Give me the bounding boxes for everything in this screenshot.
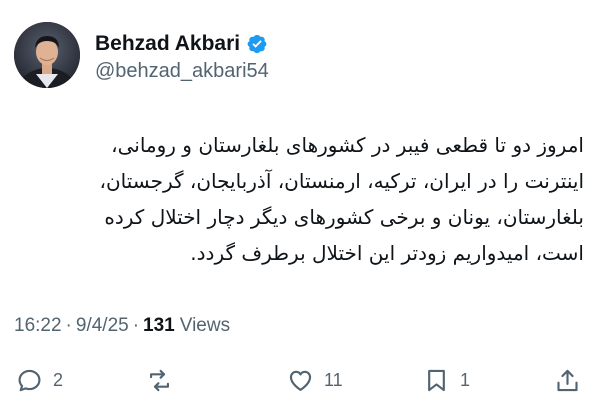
reply-icon (16, 367, 43, 394)
bookmark-button[interactable]: 1 (423, 362, 470, 398)
bookmark-icon (423, 367, 450, 394)
reply-button[interactable]: 2 (16, 362, 63, 398)
like-count: 11 (324, 369, 343, 390)
like-button[interactable]: 11 (287, 362, 343, 398)
verified-badge-icon[interactable] (246, 33, 268, 55)
reply-count: 2 (53, 369, 64, 390)
author-handle[interactable]: @behzad_akbari54 (95, 60, 269, 83)
bookmark-count: 1 (460, 369, 471, 390)
tweet-text-line: بلغارستان، یونان و برخی کشورهای دیگر دچا… (104, 205, 584, 229)
tweet-text-line: است، امیدواریم زودتر این اختلال برطرف گر… (190, 241, 584, 265)
author-name-row: Behzad Akbari (95, 30, 268, 58)
share-button[interactable] (554, 362, 581, 398)
tweet: Behzad Akbari @behzad_akbari54 امروز دو … (0, 0, 600, 417)
author-display-name[interactable]: Behzad Akbari (95, 32, 240, 56)
tweet-text-line: امروز دو تا قطعی فیبر در کشورهای بلغارست… (111, 133, 584, 157)
tweet-time[interactable]: 16:22 (14, 315, 62, 337)
tweet-meta: 16:22 · 9/4/25 · 131 Views (14, 314, 230, 338)
avatar[interactable] (14, 22, 80, 88)
tweet-actions: 2 11 1 (0, 362, 600, 398)
share-icon (554, 367, 581, 394)
views-label[interactable]: Views (180, 315, 230, 337)
retweet-icon (146, 367, 173, 394)
retweet-button[interactable] (146, 362, 183, 398)
tweet-text-line: اینترنت را در ایران، ترکیه، ارمنستان، آذ… (99, 169, 584, 193)
heart-icon (287, 367, 314, 394)
meta-separator: · (132, 315, 140, 336)
tweet-text: امروز دو تا قطعی فیبر در کشورهای بلغارست… (18, 127, 584, 271)
meta-separator: · (65, 315, 72, 336)
avatar-photo (14, 22, 80, 88)
tweet-date[interactable]: 9/4/25 (76, 315, 129, 337)
views-count[interactable]: 131 (143, 315, 175, 337)
